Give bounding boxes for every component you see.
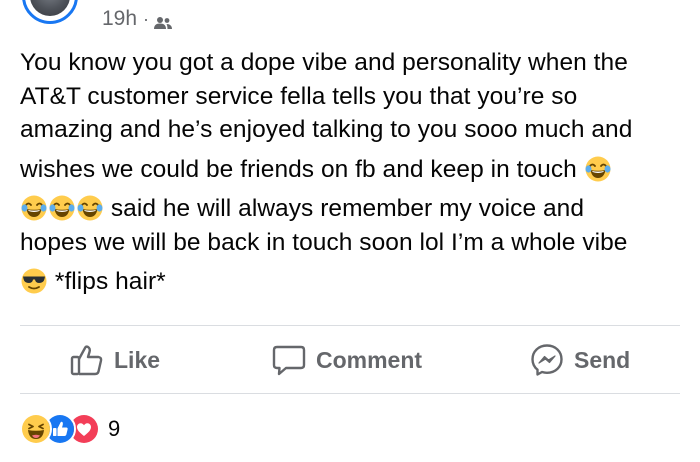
thumbs-up-icon: [70, 345, 103, 376]
post-text-line: amazing and he’s enjoyed talking to you …: [20, 116, 633, 143]
post-text-line: You know you got a dope vibe and persona…: [20, 49, 628, 76]
like-button[interactable]: Like: [70, 343, 160, 377]
comment-button[interactable]: Comment: [272, 343, 422, 377]
comment-label: Comment: [316, 346, 423, 373]
post-meta: 19h ·: [102, 6, 173, 32]
meta-separator: ·: [143, 8, 150, 29]
post-text-segment: wishes we could be friends on fb and kee…: [20, 155, 577, 183]
reaction-summary[interactable]: 9: [20, 413, 120, 445]
post-text-line: AT&T customer service fella tells you th…: [20, 82, 578, 110]
like-label: Like: [114, 346, 161, 373]
divider: [20, 325, 680, 326]
profile-photo: [30, 0, 70, 16]
post-timestamp[interactable]: 19h: [102, 7, 137, 31]
comment-icon: [272, 345, 306, 376]
friends-icon[interactable]: [154, 12, 173, 29]
post-text-segment: said he will always remember my voice an…: [110, 195, 585, 222]
divider: [20, 393, 680, 394]
action-bar: Like Comment Send: [0, 327, 700, 393]
tears-of-joy-emoji: [20, 194, 48, 222]
post-text-line: *flips hair*: [20, 265, 690, 299]
facebook-post: 19h · You know you got a dope vibe and p…: [0, 0, 700, 462]
reaction-count[interactable]: 9: [108, 416, 120, 442]
messenger-icon: [531, 344, 563, 376]
avatar[interactable]: [22, 0, 78, 24]
sunglasses-emoji: [20, 267, 48, 295]
post-text: You know you got a dope vibe and persona…: [20, 46, 690, 299]
tears-of-joy-emoji: [76, 194, 104, 222]
post-text-line: wishes we could be friends on fb and kee…: [20, 153, 690, 187]
haha-reaction-icon: [20, 413, 52, 445]
tears-of-joy-emoji: [584, 155, 612, 183]
post-text-line: hopes we will be back in touch soon lol …: [20, 228, 628, 256]
tears-of-joy-emoji: [48, 194, 76, 222]
send-button[interactable]: Send: [530, 343, 630, 377]
post-text-line: said he will always remember my voice an…: [20, 192, 690, 226]
post-text-segment: *flips hair*: [54, 268, 166, 295]
send-label: Send: [574, 346, 631, 373]
